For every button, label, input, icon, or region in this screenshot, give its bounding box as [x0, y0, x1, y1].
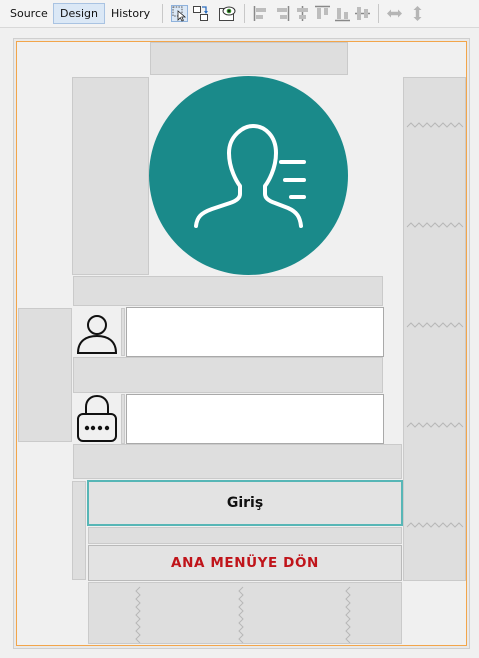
align-right-icon[interactable] — [273, 5, 290, 22]
filler-panel-row2[interactable] — [73, 357, 383, 393]
filler-panel-row4[interactable] — [88, 527, 402, 544]
main-menu-button[interactable]: ANA MENÜYE DÖN — [88, 545, 402, 581]
resize-horizontally-icon[interactable] — [386, 5, 403, 22]
connection-mode-icon[interactable] — [192, 5, 209, 22]
filler-panel-row1[interactable] — [73, 276, 383, 306]
glue-marker-icon — [135, 586, 351, 643]
tab-source[interactable]: Source — [3, 3, 55, 24]
tab-design[interactable]: Design — [53, 3, 105, 24]
preview-design-icon[interactable] — [219, 5, 236, 22]
selection-mode-icon[interactable] — [171, 5, 188, 22]
password-field[interactable] — [126, 394, 384, 444]
filler-panel-left[interactable] — [18, 308, 72, 442]
filler-gap — [121, 308, 125, 356]
user-icon — [76, 315, 118, 354]
resize-vertically-icon[interactable] — [409, 5, 426, 22]
editor-toolbar: Source Design History — [0, 0, 479, 28]
filler-gap — [121, 394, 125, 444]
lock-icon — [77, 394, 117, 442]
filler-panel-left-top[interactable] — [72, 77, 149, 275]
align-top-icon[interactable] — [314, 5, 331, 22]
login-button[interactable]: Giriş — [87, 480, 403, 526]
tab-history[interactable]: History — [104, 3, 157, 24]
toolbar-separator — [162, 4, 163, 23]
filler-panel-row3[interactable] — [73, 444, 402, 479]
user-list-icon — [194, 124, 306, 228]
toolbar-separator — [378, 4, 379, 23]
filler-panel-top[interactable] — [150, 42, 348, 75]
toolbar-separator — [244, 4, 245, 23]
username-field[interactable] — [126, 307, 384, 357]
center-vertically-icon[interactable] — [354, 5, 371, 22]
glue-marker-icon — [406, 122, 464, 528]
filler-panel-left-narrow[interactable] — [72, 481, 86, 580]
center-horizontally-icon[interactable] — [294, 5, 311, 22]
align-bottom-icon[interactable] — [334, 5, 351, 22]
user-avatar — [149, 76, 348, 275]
align-left-icon[interactable] — [253, 5, 270, 22]
